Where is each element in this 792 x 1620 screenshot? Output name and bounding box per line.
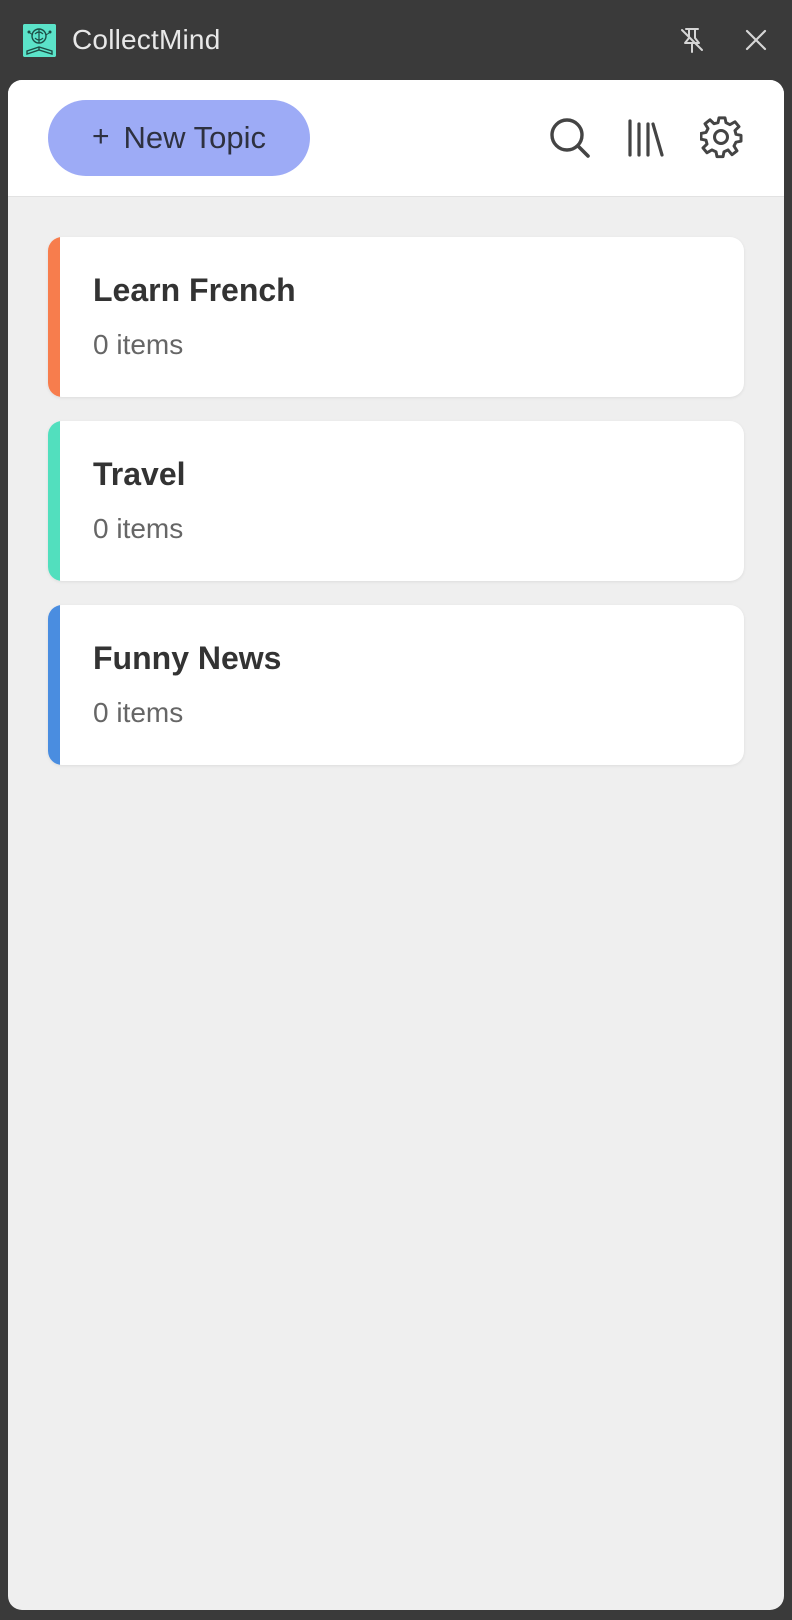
new-topic-label: New Topic [123,120,266,155]
topic-item-count: 0 items [93,329,184,360]
topic-name: Travel [93,456,186,492]
topic-item-count: 0 items [93,697,184,728]
close-icon [745,29,767,51]
unpin-button[interactable] [672,20,712,60]
toolbar: + New Topic [8,80,784,197]
plus-icon: + [92,119,110,153]
main-panel: + New Topic Learn French 0 items Travel … [8,80,784,1610]
topic-color-bar [48,421,60,581]
library-button[interactable] [620,112,672,164]
topic-card[interactable]: Learn French 0 items [48,237,744,397]
search-icon [550,118,590,158]
topic-name: Funny News [93,640,282,676]
topic-name: Learn French [93,272,296,308]
topic-list: Learn French 0 items Travel 0 items Funn… [48,237,744,789]
title-bar: CollectMind [0,0,792,80]
app-logo-icon [23,24,56,57]
window-title: CollectMind [72,24,221,55]
close-button[interactable] [736,20,776,60]
topic-card[interactable]: Travel 0 items [48,421,744,581]
new-topic-button[interactable]: + New Topic [48,100,310,176]
library-icon [628,119,664,157]
search-button[interactable] [544,112,596,164]
settings-button[interactable] [696,112,748,164]
topic-item-count: 0 items [93,513,184,544]
topic-color-bar [48,237,60,397]
topic-card[interactable]: Funny News 0 items [48,605,744,765]
gear-icon [700,116,743,159]
topic-color-bar [48,605,60,765]
pin-off-icon [681,28,703,53]
